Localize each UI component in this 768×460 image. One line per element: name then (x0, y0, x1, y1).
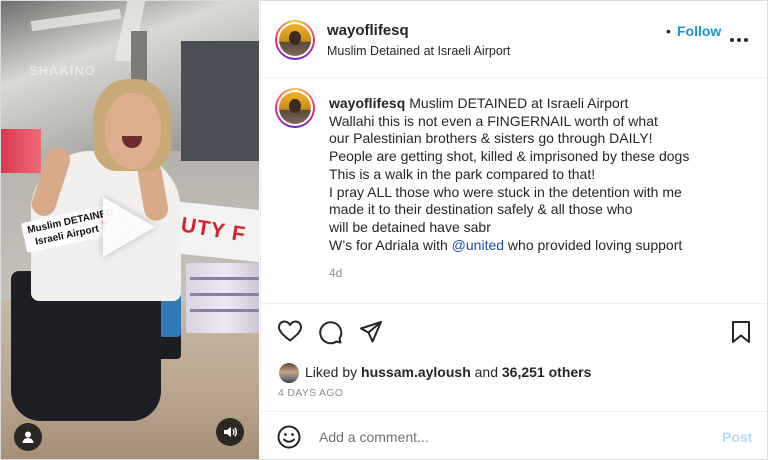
comment-bar: Post (261, 411, 767, 459)
more-options-icon[interactable] (730, 38, 748, 42)
post-caption: wayoflifesq Muslim DETAINED at Israeli Ai… (329, 95, 759, 254)
woman-face (105, 93, 161, 169)
share-icon[interactable] (359, 320, 383, 344)
save-bookmark-icon[interactable] (731, 320, 751, 344)
caption-author-avatar[interactable] (275, 88, 315, 128)
post-dialog: DUTY F SHAKINO Muslim DETAINED Israeli A… (0, 0, 768, 460)
follow-button[interactable]: Follow (677, 23, 721, 39)
red-light-panel (1, 129, 41, 173)
caption-line: I pray ALL those who were stuck in the d… (329, 183, 682, 200)
header-separator: • (666, 23, 671, 39)
caption-line: Wallahi this is not even a FINGERNAIL wo… (329, 112, 658, 129)
mention-link[interactable]: @united (452, 237, 504, 253)
caption-line: our Palestinian brothers & sisters go th… (329, 130, 653, 147)
liker-username[interactable]: hussam.ayloush (361, 364, 471, 380)
play-icon[interactable] (103, 197, 155, 257)
caption-line: This is a walk in the park compared to t… (329, 165, 596, 182)
author-avatar[interactable] (275, 20, 315, 60)
post-header: wayoflifesq • Follow Muslim Detained at … (261, 1, 767, 78)
caption-section: wayoflifesq Muslim DETAINED at Israeli Ai… (261, 78, 767, 302)
caption-username[interactable]: wayoflifesq (329, 95, 405, 111)
tagged-users-button[interactable] (14, 423, 42, 451)
likes-summary: Liked by hussam.ayloush and 36,251 other… (305, 364, 592, 380)
speaker-icon (224, 427, 237, 437)
like-heart-icon[interactable] (277, 319, 303, 343)
caption-line: made it to their destination safely & al… (329, 201, 633, 218)
liker-avatar[interactable] (279, 363, 299, 383)
caption-line: W’s for Adriala with @united who provide… (329, 236, 683, 253)
shop-shelves (186, 263, 259, 333)
post-comment-button[interactable]: Post (722, 429, 752, 445)
post-date[interactable]: 4 DAYS AGO (278, 387, 343, 399)
post-location[interactable]: Muslim Detained at Israeli Airport (327, 44, 510, 58)
caption-timestamp[interactable]: 4d (329, 266, 342, 280)
user-icon (22, 431, 34, 443)
caption-line: People are getting shot, killed & impris… (329, 148, 690, 165)
audio-toggle-button[interactable] (216, 418, 244, 446)
likes-others-link[interactable]: 36,251 others (502, 364, 592, 380)
comment-input[interactable] (317, 428, 701, 446)
post-video[interactable]: DUTY F SHAKINO Muslim DETAINED Israeli A… (1, 1, 259, 459)
background-wall (181, 41, 259, 161)
author-username[interactable]: wayoflifesq (327, 22, 409, 39)
video-watermark: SHAKINO (29, 63, 96, 78)
caption-line: will be detained have sabr (329, 218, 491, 235)
post-details-panel: wayoflifesq • Follow Muslim Detained at … (260, 1, 767, 459)
emoji-icon[interactable] (277, 425, 301, 449)
comment-icon[interactable] (317, 319, 343, 345)
caption-line: wayoflifesq Muslim DETAINED at Israeli Ai… (329, 95, 629, 111)
action-bar: Liked by hussam.ayloush and 36,251 other… (261, 303, 767, 412)
